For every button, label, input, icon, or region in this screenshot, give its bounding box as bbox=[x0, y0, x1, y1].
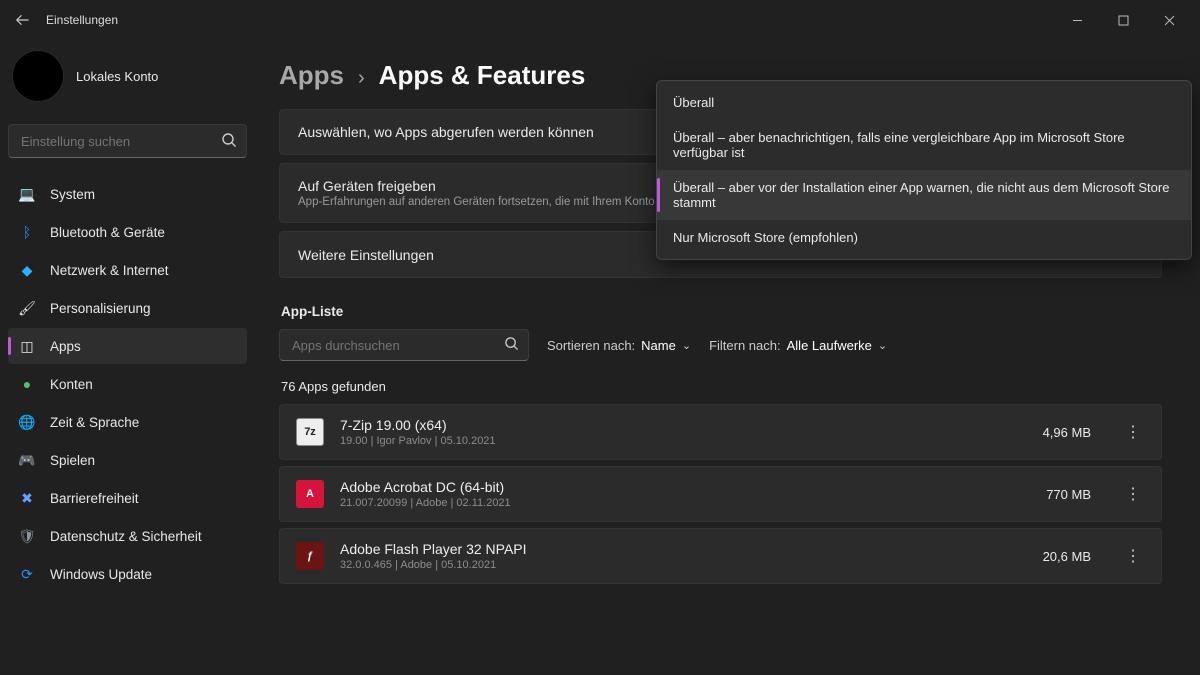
sidebar-item-accounts[interactable]: ● Konten bbox=[8, 366, 247, 402]
globe-icon: 🌐 bbox=[18, 413, 36, 431]
dropdown-option[interactable]: Überall bbox=[657, 85, 1191, 120]
dropdown-option[interactable]: Überall – aber benachrichtigen, falls ei… bbox=[657, 120, 1191, 170]
app-search-input[interactable] bbox=[279, 329, 529, 361]
sidebar-item-label: Konten bbox=[50, 377, 93, 392]
back-button[interactable] bbox=[8, 6, 36, 34]
app-name: Adobe Acrobat DC (64-bit) bbox=[340, 479, 1030, 495]
sidebar-item-network[interactable]: ◆ Netzwerk & Internet bbox=[8, 252, 247, 288]
sidebar-item-label: Apps bbox=[50, 339, 81, 354]
person-icon: ● bbox=[18, 375, 36, 393]
gamepad-icon: 🎮 bbox=[18, 451, 36, 469]
app-size: 4,96 MB bbox=[1043, 425, 1091, 440]
filter-label: Filtern nach: bbox=[709, 338, 781, 353]
sidebar: Lokales Konto 💻 System ᛒ Bluetooth & Ger… bbox=[0, 40, 255, 675]
chevron-right-icon: › bbox=[358, 67, 365, 90]
brush-icon: 🖌 bbox=[18, 299, 36, 317]
bluetooth-icon: ᛒ bbox=[18, 223, 36, 241]
filter-value: Alle Laufwerke bbox=[787, 338, 872, 353]
account-block[interactable]: Lokales Konto bbox=[8, 46, 247, 118]
dropdown-option[interactable]: Überall – aber vor der Installation eine… bbox=[657, 170, 1191, 220]
app-size: 770 MB bbox=[1046, 487, 1091, 502]
sidebar-item-label: System bbox=[50, 187, 95, 202]
sidebar-item-privacy[interactable]: 🛡 Datenschutz & Sicherheit bbox=[8, 518, 247, 554]
app-icon: ƒ bbox=[296, 542, 324, 570]
app-name: 7-Zip 19.00 (x64) bbox=[340, 417, 1027, 433]
app-source-dropdown: Überall Überall – aber benachrichtigen, … bbox=[656, 80, 1192, 260]
window-title: Einstellungen bbox=[46, 13, 118, 27]
app-size: 20,6 MB bbox=[1043, 549, 1091, 564]
sidebar-item-bluetooth[interactable]: ᛒ Bluetooth & Geräte bbox=[8, 214, 247, 250]
app-subtitle: 19.00 | Igor Pavlov | 05.10.2021 bbox=[340, 435, 1027, 447]
chevron-down-icon: ⌄ bbox=[682, 339, 691, 352]
sidebar-item-label: Bluetooth & Geräte bbox=[50, 225, 165, 240]
breadcrumb-root[interactable]: Apps bbox=[279, 60, 344, 91]
accessibility-icon: ✖ bbox=[18, 489, 36, 507]
sidebar-item-apps[interactable]: ◫ Apps bbox=[8, 328, 247, 364]
page-title: Apps & Features bbox=[379, 60, 586, 91]
maximize-button[interactable] bbox=[1100, 4, 1146, 36]
app-icon: 7z bbox=[296, 418, 324, 446]
sidebar-item-time-language[interactable]: 🌐 Zeit & Sprache bbox=[8, 404, 247, 440]
nav: 💻 System ᛒ Bluetooth & Geräte ◆ Netzwerk… bbox=[8, 176, 247, 592]
more-actions-button[interactable]: ⋮ bbox=[1121, 422, 1145, 442]
avatar bbox=[12, 50, 64, 102]
chevron-down-icon: ⌄ bbox=[878, 339, 887, 352]
sidebar-item-label: Zeit & Sprache bbox=[50, 415, 139, 430]
shield-icon: 🛡 bbox=[18, 527, 36, 545]
sidebar-item-personalization[interactable]: 🖌 Personalisierung bbox=[8, 290, 247, 326]
wifi-icon: ◆ bbox=[18, 261, 36, 279]
sidebar-item-label: Datenschutz & Sicherheit bbox=[50, 529, 202, 544]
sidebar-item-windows-update[interactable]: ⟳ Windows Update bbox=[8, 556, 247, 592]
sidebar-item-label: Barrierefreiheit bbox=[50, 491, 139, 506]
filter-row: Sortieren nach: Name ⌄ Filtern nach: All… bbox=[279, 329, 1162, 361]
app-row[interactable]: 7z 7-Zip 19.00 (x64) 19.00 | Igor Pavlov… bbox=[279, 404, 1162, 460]
more-actions-button[interactable]: ⋮ bbox=[1121, 484, 1145, 504]
minimize-button[interactable] bbox=[1054, 4, 1100, 36]
app-name: Adobe Flash Player 32 NPAPI bbox=[340, 541, 1027, 557]
app-subtitle: 21.007.20099 | Adobe | 02.11.2021 bbox=[340, 497, 1030, 509]
app-row[interactable]: ƒ Adobe Flash Player 32 NPAPI 32.0.0.465… bbox=[279, 528, 1162, 584]
sidebar-item-label: Netzwerk & Internet bbox=[50, 263, 169, 278]
account-name: Lokales Konto bbox=[76, 69, 158, 84]
sidebar-item-gaming[interactable]: 🎮 Spielen bbox=[8, 442, 247, 478]
sort-dropdown[interactable]: Sortieren nach: Name ⌄ bbox=[547, 338, 691, 353]
app-row[interactable]: A Adobe Acrobat DC (64-bit) 21.007.20099… bbox=[279, 466, 1162, 522]
sidebar-item-system[interactable]: 💻 System bbox=[8, 176, 247, 212]
sidebar-item-label: Personalisierung bbox=[50, 301, 151, 316]
search-icon bbox=[504, 336, 519, 351]
app-count: 76 Apps gefunden bbox=[281, 379, 1162, 394]
more-actions-button[interactable]: ⋮ bbox=[1121, 546, 1145, 566]
update-icon: ⟳ bbox=[18, 565, 36, 583]
search-icon bbox=[221, 132, 237, 148]
sort-value: Name bbox=[641, 338, 676, 353]
dropdown-option[interactable]: Nur Microsoft Store (empfohlen) bbox=[657, 220, 1191, 255]
app-icon: A bbox=[296, 480, 324, 508]
app-subtitle: 32.0.0.465 | Adobe | 05.10.2021 bbox=[340, 559, 1027, 571]
section-label-applist: App-Liste bbox=[281, 304, 1162, 319]
system-icon: 💻 bbox=[18, 185, 36, 203]
titlebar: Einstellungen bbox=[0, 0, 1200, 40]
close-button[interactable] bbox=[1146, 4, 1192, 36]
sort-label: Sortieren nach: bbox=[547, 338, 635, 353]
filter-dropdown[interactable]: Filtern nach: Alle Laufwerke ⌄ bbox=[709, 338, 887, 353]
apps-icon: ◫ bbox=[18, 337, 36, 355]
sidebar-item-label: Windows Update bbox=[50, 567, 152, 582]
sidebar-item-accessibility[interactable]: ✖ Barrierefreiheit bbox=[8, 480, 247, 516]
sidebar-item-label: Spielen bbox=[50, 453, 95, 468]
search-input[interactable] bbox=[8, 124, 247, 158]
